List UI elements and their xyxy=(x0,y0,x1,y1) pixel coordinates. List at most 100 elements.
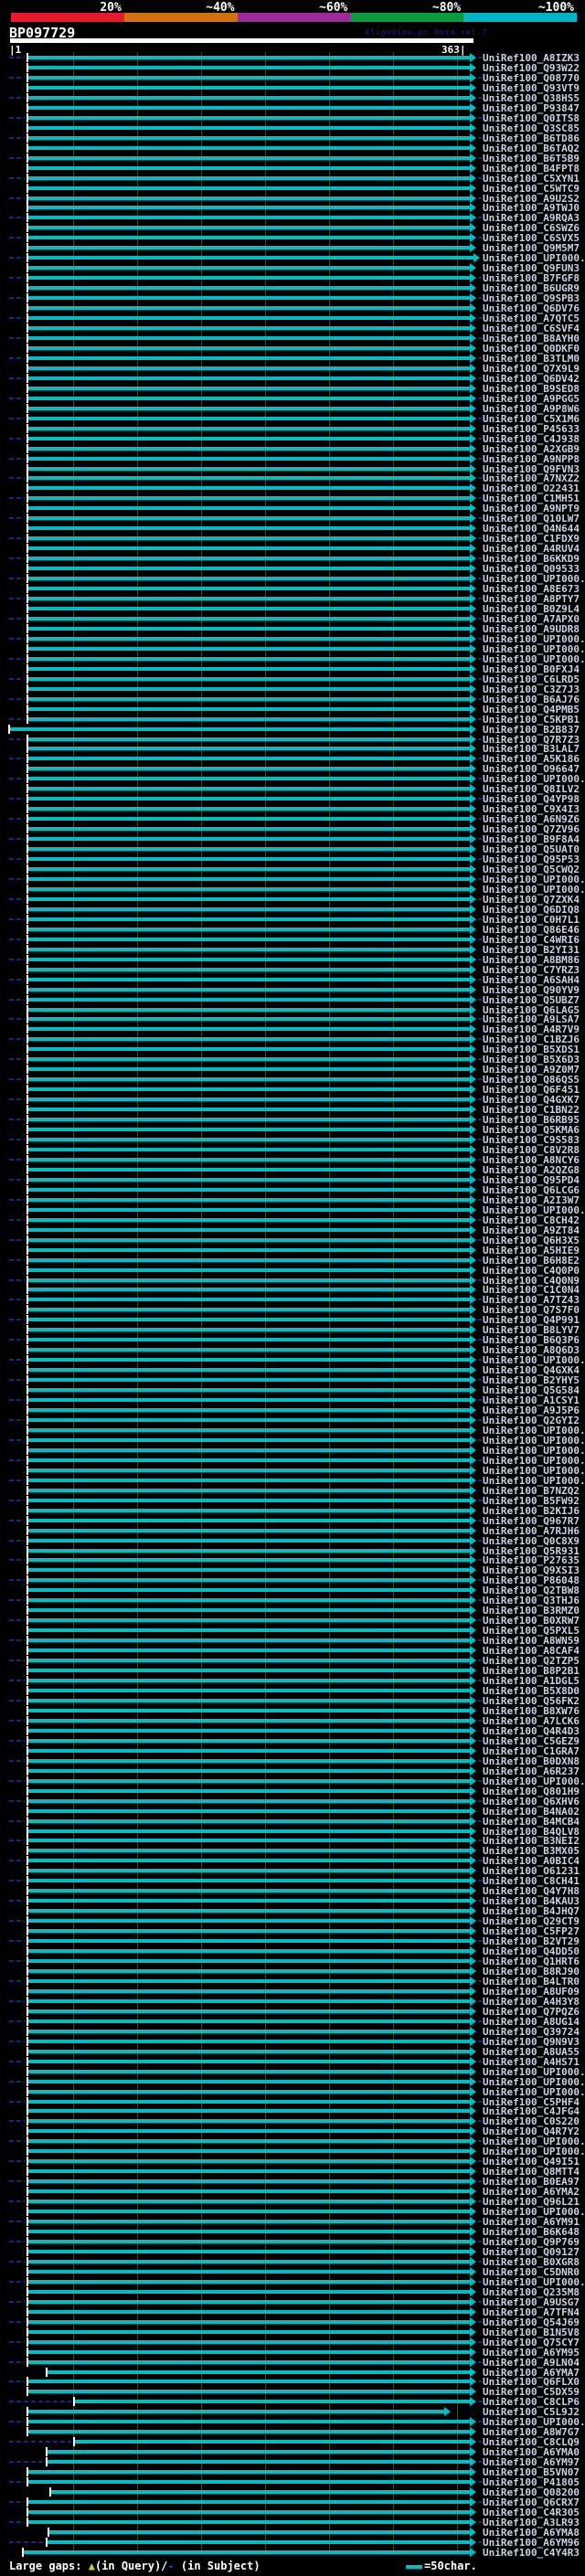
alignment-line[interactable] xyxy=(27,2069,470,2073)
alignment-line[interactable] xyxy=(47,2460,470,2465)
alignment-line[interactable] xyxy=(27,1728,470,1733)
alignment-line[interactable] xyxy=(27,1788,470,1793)
alignment-line[interactable] xyxy=(27,676,470,681)
alignment-line[interactable] xyxy=(27,95,470,100)
alignment-line[interactable] xyxy=(27,2480,470,2484)
alignment-line[interactable] xyxy=(27,797,470,801)
alignment-line[interactable] xyxy=(27,1227,470,1232)
alignment-line[interactable] xyxy=(27,296,470,301)
alignment-line[interactable] xyxy=(27,1328,470,1332)
alignment-line[interactable] xyxy=(27,246,470,250)
alignment-line[interactable] xyxy=(27,1488,470,1492)
alignment-line[interactable] xyxy=(27,426,470,430)
alignment-line[interactable] xyxy=(27,1368,470,1373)
alignment-line[interactable] xyxy=(27,867,470,871)
alignment-line[interactable] xyxy=(27,175,470,180)
alignment-line[interactable] xyxy=(27,226,470,230)
alignment-line[interactable] xyxy=(27,1798,470,1803)
alignment-line[interactable] xyxy=(27,1267,470,1272)
alignment-line[interactable] xyxy=(27,1859,470,1863)
alignment-line[interactable] xyxy=(27,1447,470,1452)
alignment-line[interactable] xyxy=(75,2400,470,2404)
alignment-line[interactable] xyxy=(27,1408,470,1412)
alignment-line[interactable] xyxy=(27,1308,470,1312)
alignment-line[interactable] xyxy=(27,1148,470,1151)
alignment-line[interactable] xyxy=(24,2549,470,2554)
alignment-line[interactable] xyxy=(27,2329,470,2334)
alignment-line[interactable] xyxy=(27,355,470,360)
alignment-line[interactable] xyxy=(27,1738,470,1743)
alignment-line[interactable] xyxy=(27,1027,470,1032)
alignment-line[interactable] xyxy=(27,1338,470,1342)
alignment-line[interactable] xyxy=(27,536,470,541)
alignment-line[interactable] xyxy=(27,75,470,80)
alignment-line[interactable] xyxy=(27,1899,470,1903)
alignment-line[interactable] xyxy=(27,286,470,291)
alignment-line[interactable] xyxy=(50,2490,470,2494)
alignment-line[interactable] xyxy=(27,546,470,551)
alignment-line[interactable] xyxy=(27,737,470,741)
alignment-line[interactable] xyxy=(27,2249,470,2253)
alignment-line[interactable] xyxy=(27,2009,470,2013)
alignment-line[interactable] xyxy=(27,1197,470,1202)
alignment-line[interactable] xyxy=(27,1077,470,1082)
alignment-line[interactable] xyxy=(27,2019,470,2023)
alignment-line[interactable] xyxy=(47,2369,470,2374)
alignment-line[interactable] xyxy=(27,316,470,320)
alignment-line[interactable] xyxy=(27,997,470,1002)
alignment-line[interactable] xyxy=(27,1618,470,1623)
alignment-line[interactable] xyxy=(27,2220,470,2223)
alignment-line[interactable] xyxy=(27,1007,470,1012)
alignment-line[interactable] xyxy=(27,646,470,651)
alignment-line[interactable] xyxy=(27,666,470,671)
alignment-line[interactable] xyxy=(27,917,470,921)
alignment-line[interactable] xyxy=(27,2119,470,2124)
alignment-line[interactable] xyxy=(27,877,470,881)
alignment-line[interactable] xyxy=(27,1929,470,1934)
alignment-line[interactable] xyxy=(27,1207,470,1212)
alignment-line[interactable] xyxy=(27,1939,470,1943)
alignment-line[interactable] xyxy=(27,1889,470,1893)
alignment-line[interactable] xyxy=(27,1298,470,1302)
alignment-line[interactable] xyxy=(27,66,470,69)
alignment-line[interactable] xyxy=(27,2390,470,2394)
alignment-line[interactable] xyxy=(27,2519,470,2524)
alignment-line[interactable] xyxy=(27,526,470,531)
alignment-line[interactable] xyxy=(27,1669,470,1672)
alignment-line[interactable] xyxy=(27,2129,470,2134)
alignment-line[interactable] xyxy=(27,326,470,330)
alignment-line[interactable] xyxy=(27,266,470,270)
alignment-line[interactable] xyxy=(27,276,470,281)
alignment-line[interactable] xyxy=(27,1998,470,2003)
alignment-line[interactable] xyxy=(27,2349,470,2354)
alignment-line[interactable] xyxy=(27,2159,470,2164)
alignment-line[interactable] xyxy=(27,1478,470,1482)
alignment-line[interactable] xyxy=(27,1628,470,1633)
alignment-line[interactable] xyxy=(27,2410,444,2414)
alignment-line[interactable] xyxy=(27,1748,470,1753)
alignment-line[interactable] xyxy=(27,716,470,721)
alignment-line[interactable] xyxy=(27,557,470,561)
alignment-line[interactable] xyxy=(27,1177,470,1182)
alignment-line[interactable] xyxy=(27,1758,470,1763)
alignment-line[interactable] xyxy=(27,1318,470,1322)
hit-label[interactable]: UniRef100_C4Y4R3 xyxy=(483,2547,585,2559)
alignment-line[interactable] xyxy=(27,1698,470,1702)
alignment-line[interactable] xyxy=(27,656,470,661)
alignment-line[interactable] xyxy=(27,2319,470,2324)
alignment-line[interactable] xyxy=(27,476,470,481)
alignment-line[interactable] xyxy=(27,2230,470,2233)
alignment-line[interactable] xyxy=(27,607,470,610)
alignment-line[interactable] xyxy=(27,597,470,600)
alignment-line[interactable] xyxy=(27,1047,470,1052)
alignment-line[interactable] xyxy=(27,1909,470,1913)
alignment-line[interactable] xyxy=(27,1718,470,1723)
alignment-line[interactable] xyxy=(27,636,470,641)
alignment-line[interactable] xyxy=(27,1548,470,1553)
alignment-line[interactable] xyxy=(27,1388,470,1393)
alignment-line[interactable] xyxy=(27,1829,470,1833)
alignment-line[interactable] xyxy=(27,135,470,140)
alignment-line[interactable] xyxy=(27,1518,470,1522)
alignment-line[interactable] xyxy=(27,2099,470,2104)
alignment-line[interactable] xyxy=(27,366,470,370)
